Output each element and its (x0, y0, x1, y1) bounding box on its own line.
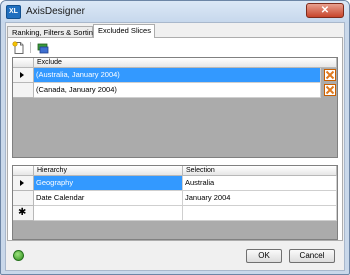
toolbar-separator (30, 42, 31, 53)
new-row-hierarchy[interactable] (34, 206, 183, 221)
slice-row-1-selection[interactable]: Australia (183, 176, 337, 191)
dialog-button-bar: OK Cancel (6, 245, 344, 271)
excluded-slices-panel: Exclude (Australia, January 2004) (Canad… (7, 37, 343, 241)
delete-x-icon (325, 70, 335, 80)
exclude-grid: Exclude (Australia, January 2004) (Canad… (12, 57, 338, 158)
slice-row-1-hierarchy[interactable]: Geography (34, 176, 183, 191)
toolbar (10, 40, 340, 56)
current-row-arrow-icon (20, 180, 24, 186)
slice-row-2-header[interactable] (13, 191, 34, 206)
slice-row-2-hierarchy[interactable]: Date Calendar (34, 191, 183, 206)
window-title: AxisDesigner (26, 6, 85, 17)
exclude-row-1-value[interactable]: (Australia, January 2004) (34, 68, 321, 83)
slice-row-2-selection[interactable]: January 2004 (183, 191, 337, 206)
exclude-row-1-header[interactable] (13, 68, 34, 83)
new-row-icon: ✱ (18, 207, 27, 218)
app-icon: XL (6, 5, 21, 19)
new-page-icon (12, 41, 24, 54)
hierarchy-column-header[interactable]: Hierarchy (34, 166, 183, 176)
tab-excluded-slices[interactable]: Excluded Slices (93, 24, 155, 38)
close-button[interactable]: ✕ (306, 3, 344, 18)
close-icon: ✕ (320, 5, 330, 16)
exclude-row-2-value[interactable]: (Canada, January 2004) (34, 83, 321, 98)
add-slice-button[interactable] (36, 41, 50, 55)
current-row-arrow-icon (20, 72, 24, 78)
exclude-row-2-delete-button[interactable] (324, 84, 336, 96)
slice-grid-corner (13, 166, 34, 176)
new-row-selection[interactable] (183, 206, 337, 221)
cancel-button[interactable]: Cancel (289, 249, 335, 263)
slice-row-1-header[interactable] (13, 176, 34, 191)
ok-button[interactable]: OK (246, 249, 282, 263)
tab-strip: Ranking, Filters & Sorting Excluded Slic… (6, 24, 344, 38)
exclude-row-2-header[interactable] (13, 83, 34, 98)
axis-designer-window: XL AxisDesigner ✕ Ranking, Filters & Sor… (0, 0, 350, 275)
exclude-grid-corner (13, 58, 34, 68)
exclude-column-header[interactable]: Exclude (34, 58, 337, 68)
new-row-header[interactable]: ✱ (13, 206, 34, 221)
slice-detail-grid: Hierarchy Selection Geography Australia … (12, 165, 338, 240)
selection-column-header[interactable]: Selection (183, 166, 337, 176)
help-button[interactable] (13, 250, 24, 261)
title-bar[interactable]: XL AxisDesigner ✕ (1, 1, 349, 23)
add-slice-icon (37, 43, 49, 54)
exclude-row-1-delete-button[interactable] (324, 69, 336, 81)
dialog-client-area: Ranking, Filters & Sorting Excluded Slic… (5, 22, 345, 271)
new-button[interactable] (12, 41, 26, 55)
delete-x-icon (325, 85, 335, 95)
